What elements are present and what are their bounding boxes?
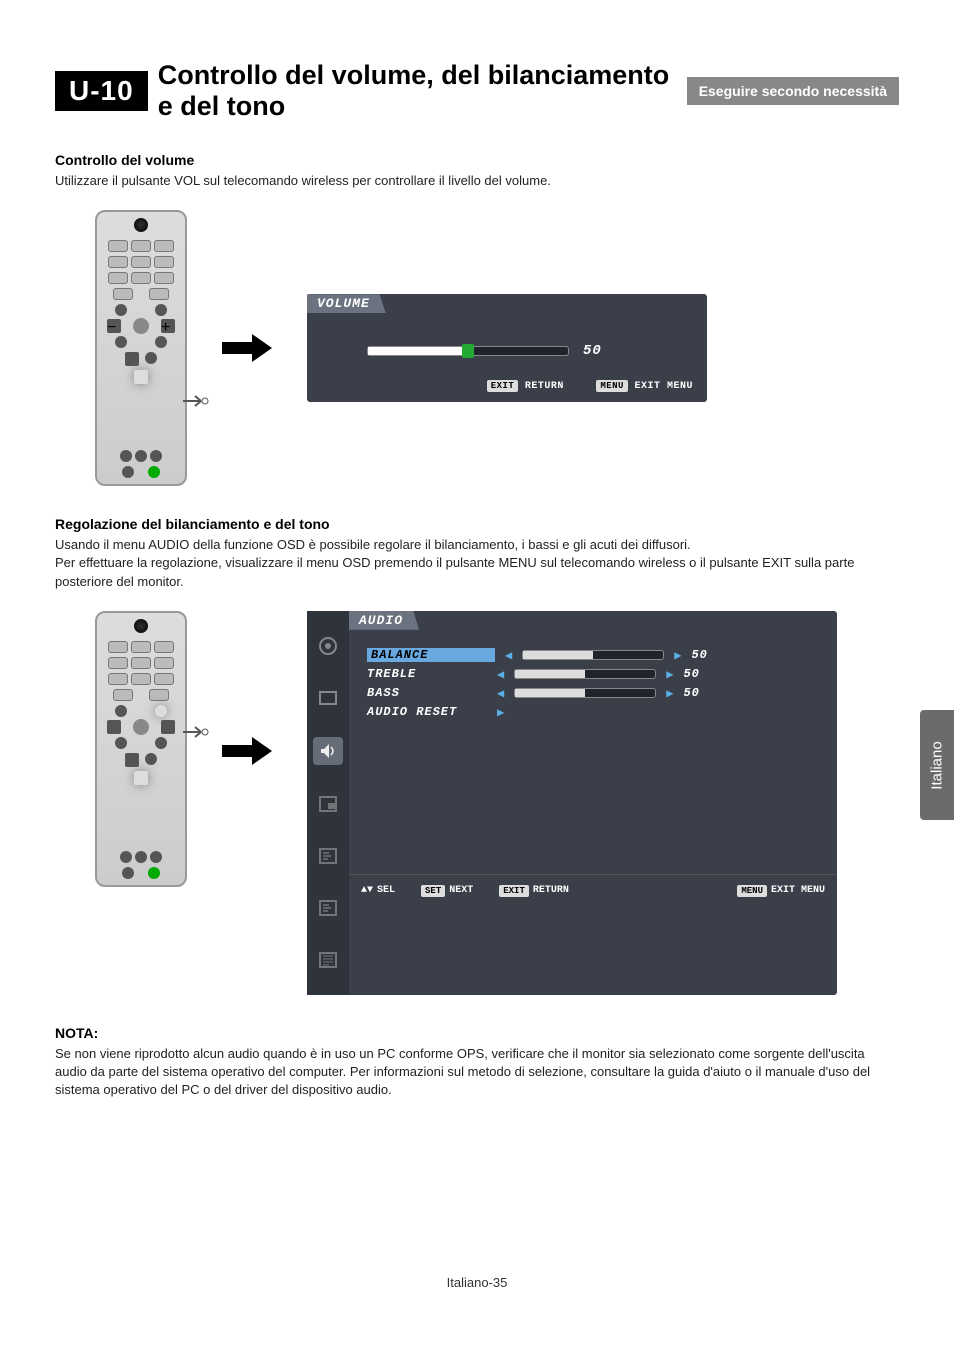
audio-osd-footer: ▲▼ SEL SET NEXT EXIT RETURN MENU EXIT MENU [349,874,837,903]
note-heading: NOTA: [55,1025,899,1041]
balance-tone-line2: Per effettuare la regolazione, visualizz… [55,554,899,590]
volume-control-heading: Controllo del volume [55,152,899,168]
sel-label: SEL [377,885,395,896]
balance-slider[interactable] [522,650,664,660]
vol-minus-button-icon: − [107,319,121,333]
page-header: U-10 Controllo del volume, del bilanciam… [55,60,899,122]
section-title: Controllo del volume, del bilanciamento … [158,60,677,122]
left-arrow-icon: ◀ [505,648,512,663]
pointer-hand-icon [181,723,211,741]
audio-reset-label: AUDIO RESET [367,705,487,719]
bass-row[interactable]: BASS ◀ ▶ 50 [367,686,819,701]
exit-pill-icon: EXIT [487,380,519,392]
updown-icon: ▲▼ [361,885,373,896]
arrow-right-icon [217,328,277,368]
osd-tab-icon[interactable] [315,843,341,869]
picture-tab-icon[interactable] [315,633,341,659]
exit-pill-icon: EXIT [499,885,529,897]
volume-osd-title: VOLUME [307,294,386,313]
remote-ir-led-icon [134,218,148,232]
exit-menu-label: EXIT MENU [634,381,693,392]
balance-tone-heading: Regolazione del bilanciamento e del tono [55,516,899,532]
audio-tab-icon[interactable] [313,737,343,765]
remote-illustration-1: − + [95,210,187,486]
bass-value: 50 [683,686,699,700]
highlighted-vol-button-icon [134,370,148,384]
volume-control-text: Utilizzare il pulsante VOL sul telecoman… [55,172,899,190]
pointer-hand-icon [181,392,211,410]
necessity-box: Eseguire secondo necessità [687,77,899,105]
volume-slider[interactable] [367,346,569,356]
return-label: RETURN [533,885,569,896]
section-badge: U-10 [55,71,148,111]
vol-plus-button-icon: + [161,319,175,333]
language-label: Italiano [929,741,946,789]
balance-value: 50 [691,648,707,662]
pip-tab-icon[interactable] [315,791,341,817]
volume-figure-row: − + VOLUME [95,210,899,486]
volume-value: 50 [583,343,602,359]
page-number: Italiano-35 [0,1275,954,1290]
balance-label: BALANCE [367,648,495,662]
audio-figure-row: AUDIO BALANCE ◀ ▶ 50 TREBLE ◀ ▶ 50 [95,611,899,995]
next-label: NEXT [449,885,473,896]
audio-osd-sidebar [307,611,349,995]
remote-illustration-2 [95,611,187,887]
multi-tab-icon[interactable] [315,895,341,921]
return-label: RETURN [525,381,564,392]
balance-tone-line1: Usando il menu AUDIO della funzione OSD … [55,536,899,554]
volume-osd-footer: EXIT RETURN MENU EXIT MENU [307,367,707,396]
menu-pill-icon: MENU [737,885,767,897]
balance-row[interactable]: BALANCE ◀ ▶ 50 [367,648,819,663]
treble-label: TREBLE [367,667,487,681]
arrow-right-icon [217,731,277,771]
remote-ir-led-icon [134,619,148,633]
menu-pill-icon: MENU [596,380,628,392]
language-side-tab: Italiano [920,710,954,820]
treble-value: 50 [683,667,699,681]
treble-slider[interactable] [514,669,656,679]
audio-osd-title: AUDIO [349,611,419,630]
set-pill-icon: SET [421,885,445,897]
exit-menu-label: EXIT MENU [771,885,825,896]
advanced-tab-icon[interactable] [315,947,341,973]
bass-label: BASS [367,686,487,700]
treble-row[interactable]: TREBLE ◀ ▶ 50 [367,667,819,682]
highlighted-menu-button-icon [155,705,167,717]
audio-osd-panel: AUDIO BALANCE ◀ ▶ 50 TREBLE ◀ ▶ 50 [307,611,837,995]
volume-osd-panel: VOLUME 50 EXIT RETURN MENU EXIT MENU [307,294,707,402]
bass-slider[interactable] [514,688,656,698]
right-arrow-icon: ▶ [497,705,504,720]
screen-tab-icon[interactable] [315,685,341,711]
right-arrow-icon: ▶ [674,648,681,663]
note-text: Se non viene riprodotto alcun audio quan… [55,1045,899,1100]
audio-reset-row[interactable]: AUDIO RESET ▶ [367,705,819,720]
